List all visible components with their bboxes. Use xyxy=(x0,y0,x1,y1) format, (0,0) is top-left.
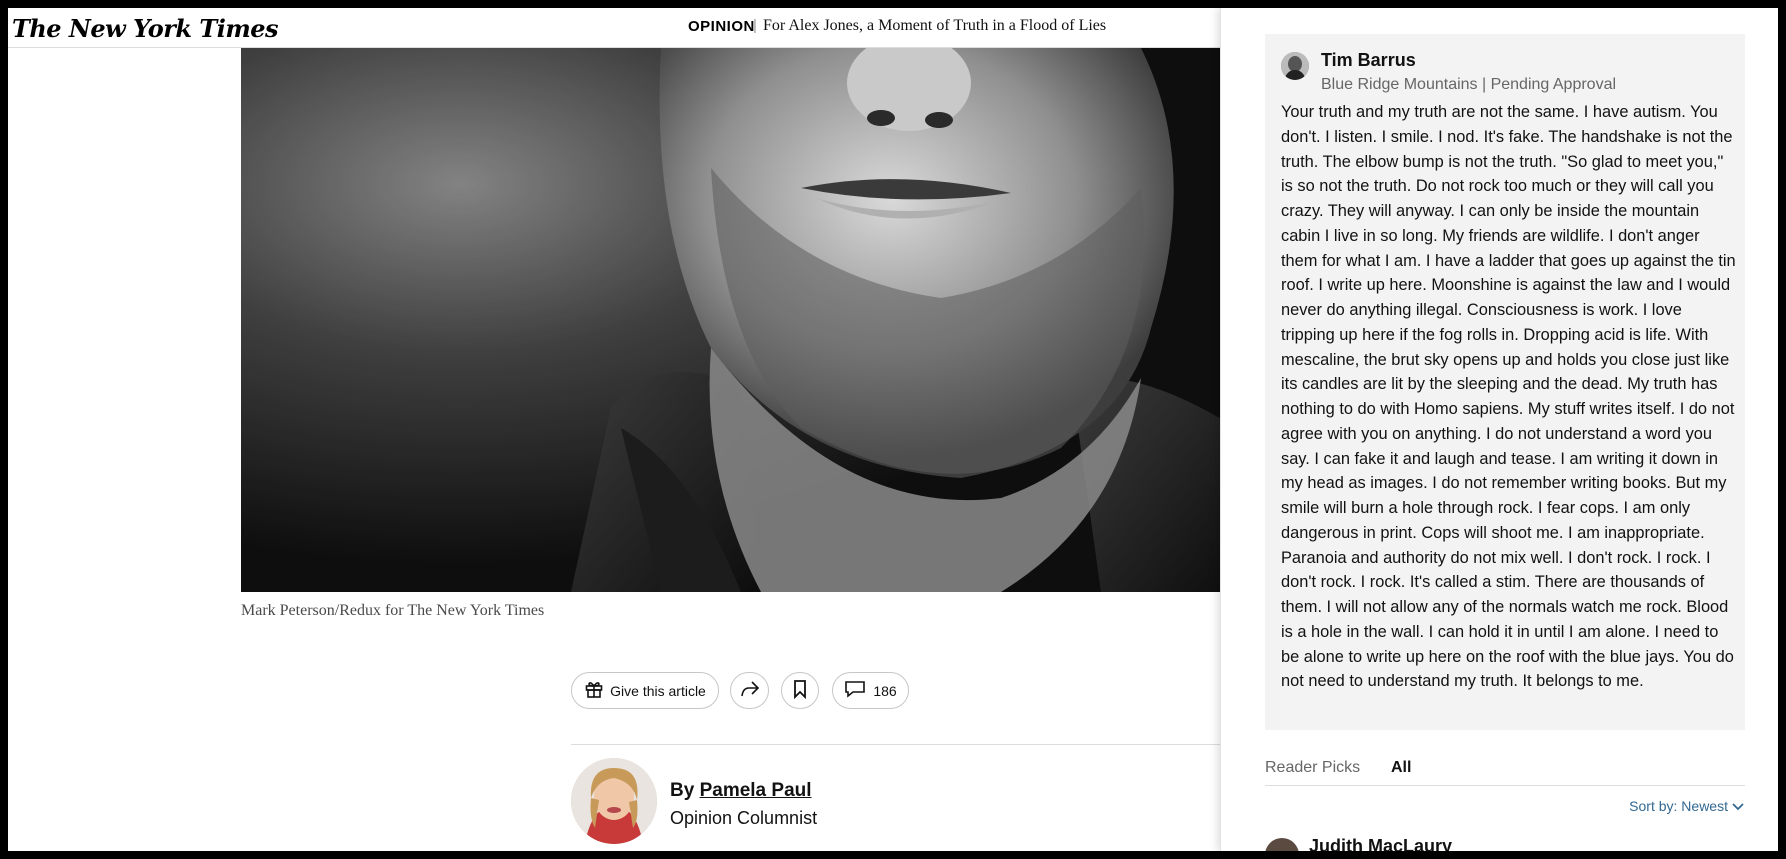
comment-body: Your truth and my truth are not the same… xyxy=(1281,103,1736,691)
sort-dropdown[interactable]: Sort by: Newest xyxy=(1629,798,1744,814)
nyt-logo[interactable]: The New York Times xyxy=(12,14,279,43)
author-name-link[interactable]: Pamela Paul xyxy=(700,780,812,801)
tab-all[interactable]: All xyxy=(1391,759,1411,777)
commenter-name: Tim Barrus xyxy=(1321,50,1416,70)
top-bar: The New York Times OPINION | For Alex Jo… xyxy=(8,8,1236,48)
commenter-location-status: Blue Ridge Mountains | Pending Approval xyxy=(1321,76,1617,93)
commenter-avatar xyxy=(1281,52,1309,80)
comment-tabs: Reader Picks All xyxy=(1265,756,1745,786)
share-button[interactable] xyxy=(730,672,769,709)
sort-label: Sort by: Newest xyxy=(1629,798,1728,814)
byline-divider xyxy=(571,744,1236,745)
tab-reader-picks[interactable]: Reader Picks xyxy=(1265,759,1360,777)
give-article-label: Give this article xyxy=(610,682,706,699)
browser-viewport: The New York Times OPINION | For Alex Jo… xyxy=(0,0,1786,859)
article-headline: For Alex Jones, a Moment of Truth in a F… xyxy=(763,17,1107,34)
comment-count: 186 xyxy=(873,682,897,699)
save-button[interactable] xyxy=(781,672,819,709)
section-label[interactable]: OPINION xyxy=(688,18,755,35)
featured-comment: Tim Barrus Blue Ridge Mountains | Pendin… xyxy=(1265,34,1745,730)
next-commenter-avatar xyxy=(1265,838,1299,851)
comment-icon xyxy=(844,680,866,701)
photo-caption: Mark Peterson/Redux for The New York Tim… xyxy=(241,602,545,619)
chevron-down-icon xyxy=(1732,798,1744,814)
comments-button[interactable]: 186 xyxy=(832,672,909,709)
author-role: Opinion Columnist xyxy=(670,808,818,828)
article-photo xyxy=(241,48,1236,592)
give-article-button[interactable]: Give this article xyxy=(571,672,719,709)
author-avatar[interactable] xyxy=(571,758,657,844)
comments-panel: Tim Barrus Blue Ridge Mountains | Pendin… xyxy=(1220,8,1778,851)
byline: By Pamela Paul xyxy=(670,780,812,802)
header-separator: | xyxy=(753,17,757,34)
share-icon xyxy=(740,680,760,701)
gift-icon xyxy=(584,679,604,702)
next-commenter-name: Judith MacLaury xyxy=(1309,836,1453,856)
byline-prefix: By xyxy=(670,780,695,801)
bookmark-icon xyxy=(793,679,807,702)
